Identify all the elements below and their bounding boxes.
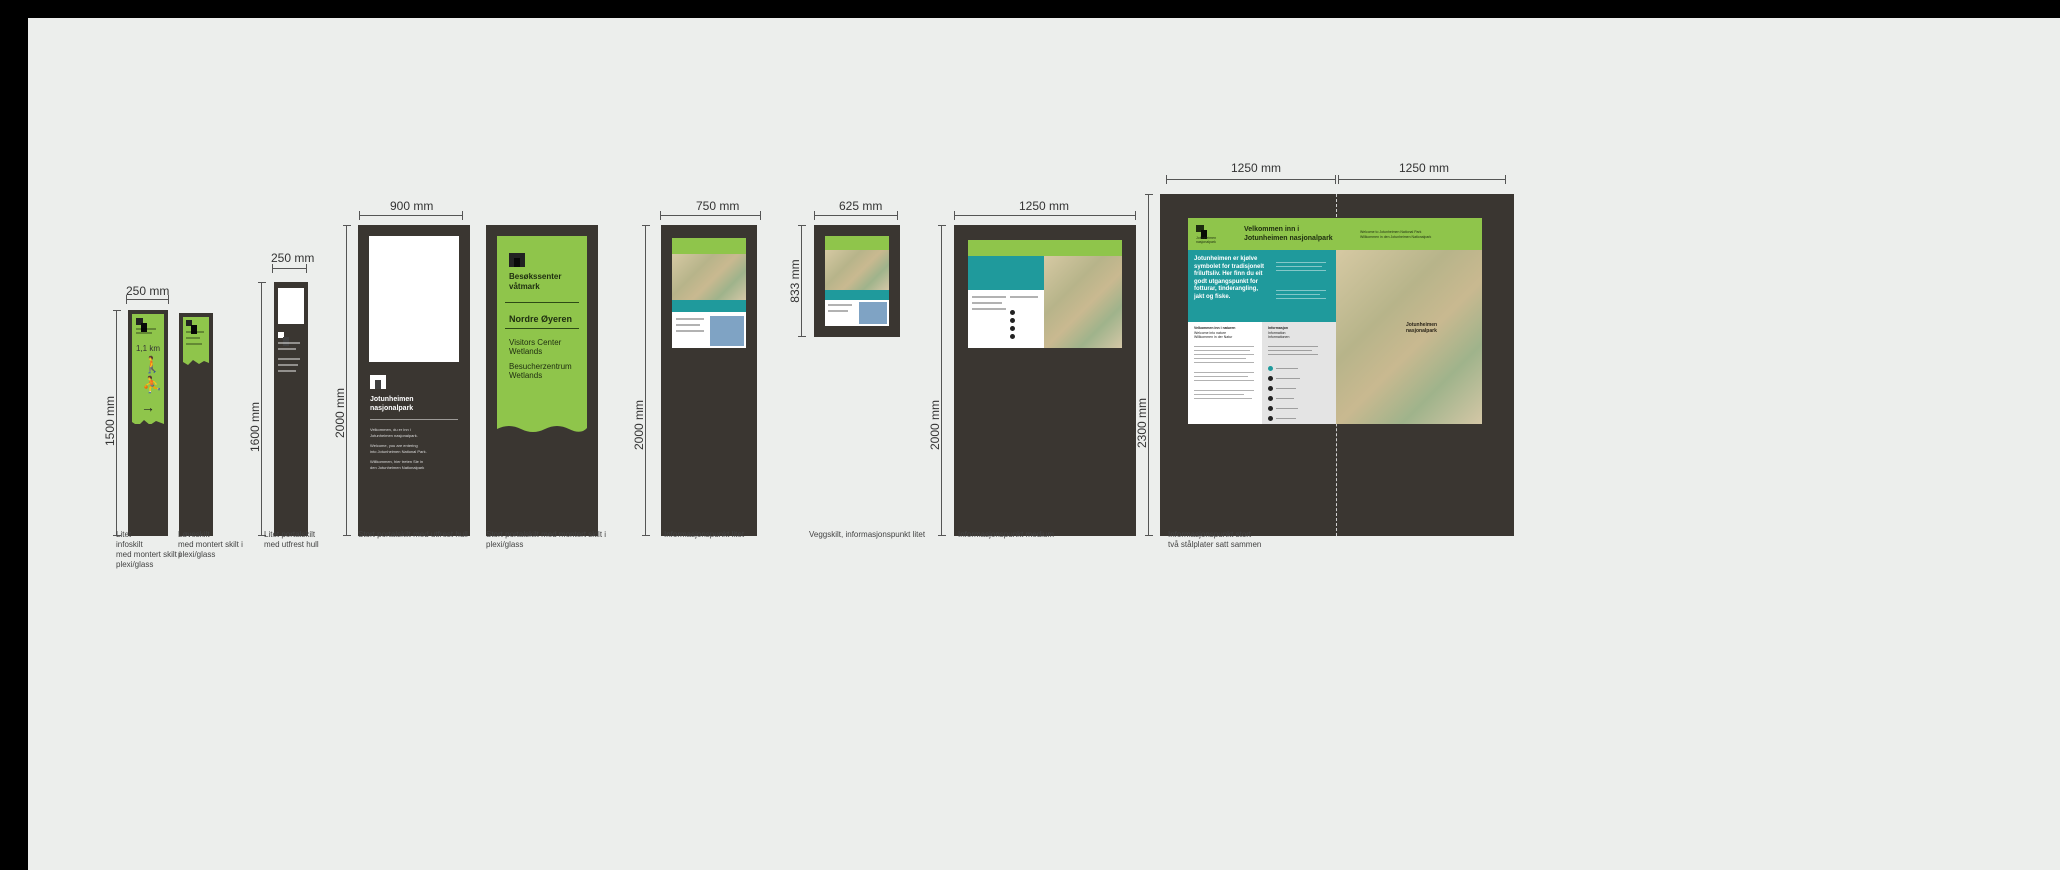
caption-wall-sign: Veggskilt, informasjonspunkt litet	[809, 530, 926, 539]
caption-small-info: Litet infoskilt med montert skilt i plexi/g…	[116, 530, 181, 569]
small-portal-sign	[274, 282, 308, 536]
info-icon	[1268, 416, 1273, 421]
right-column: Informasjon Information Informationen	[1262, 322, 1336, 424]
wall-sign	[814, 225, 900, 337]
english-name: Visitors Center Wetlands	[509, 338, 562, 356]
height-label: 1600 mm	[248, 401, 262, 453]
map-image	[1044, 256, 1122, 348]
info-icon	[1268, 386, 1273, 391]
caption-leaf-sign: Løveskilt med montert skilt i plexi/glass	[178, 530, 243, 559]
small-info-sign: 1,1 km 🚶 ⛹ →	[128, 310, 168, 536]
info-icon	[1268, 406, 1273, 411]
info-panel	[825, 236, 889, 326]
width-dimension-line	[954, 211, 1136, 220]
cutout-hole	[369, 236, 459, 362]
caption-info-large: Informasjonspunkt stort två stålplater sa…	[1168, 530, 1262, 549]
hiking-couple-icon: ⛹	[142, 377, 162, 394]
width-dimension-line-left	[1166, 175, 1336, 184]
header-bar: Jotunheimen nasjonalpark Velkommen inn iJ…	[1188, 218, 1482, 250]
sign-green-panel	[183, 317, 209, 365]
glass-panel: Besøkssenter våtmark Nordre Øyeren Visito…	[497, 236, 587, 432]
park-logo-icon	[186, 320, 192, 326]
caption-small-portal: Litet portalskilt med utfrest hull	[264, 530, 319, 549]
arrow-right-icon: →	[141, 399, 155, 415]
height-dimension-line	[343, 225, 351, 536]
height-label: 2000 mm	[333, 387, 347, 439]
lead-section: Jotunheimen er kjølve symbolet for tradis…	[1188, 250, 1336, 322]
info-point-large: Jotunheimen nasjonalpark Velkommen inn iJ…	[1160, 194, 1514, 536]
park-logo-icon	[136, 318, 143, 325]
width-label: 250 mm	[271, 251, 315, 265]
sign-green-panel: 1,1 km 🚶 ⛹ →	[132, 314, 164, 424]
map-image	[672, 254, 746, 300]
section-right-heading: Informasjon Information Informationen	[1268, 326, 1290, 339]
width-label: 250 mm	[126, 284, 170, 298]
width-label: 1250 mm	[1019, 199, 1070, 213]
info-icon	[1268, 396, 1273, 401]
section-left-heading: Velkommen inn i naturen Welcome into natu…	[1194, 326, 1236, 339]
height-label: 2000 mm	[928, 399, 942, 451]
width-dimension-line-right	[1338, 175, 1506, 184]
caption-info-medium: Informasjonspunkt medium	[958, 530, 1055, 539]
height-label: 1500 mm	[103, 395, 117, 447]
welcome-text: Velkommen, du er inn i Jotunheimen nasjon…	[370, 427, 427, 470]
caption-info-small: Informasjonspunkt litet	[664, 530, 745, 539]
width-dimension-line	[814, 211, 898, 220]
lead-text: Jotunheimen er kjølve symbolet for tradis…	[1194, 256, 1265, 300]
visitor-center-title: Besøkssenter våtmark	[509, 272, 562, 291]
sheet: 250 mm 1500 mm 1,1 km 🚶 ⛹ → Litet infoski…	[28, 18, 2060, 870]
park-logo-icon	[278, 332, 284, 338]
header-logo-text: Jotunheimen nasjonalpark	[1196, 236, 1217, 244]
height-label: 833 mm	[788, 259, 802, 303]
place-name: Nordre Øyeren	[509, 314, 573, 324]
photo-image	[710, 316, 744, 346]
header-title: Velkommen inn i Jotunheimen nasjonalpark	[1244, 226, 1333, 242]
width-dimension-line	[126, 295, 169, 304]
info-panel	[968, 240, 1122, 348]
info-icon	[1268, 376, 1273, 381]
large-portal-sign: Jotunheimen nasjonalpark Velkommen, du er…	[358, 225, 470, 536]
mountain-edge-shape	[132, 420, 164, 428]
hiker-icon: 🚶	[142, 357, 162, 374]
info-icon	[1268, 366, 1273, 371]
width-dimension-line	[359, 211, 463, 220]
map-image: Jotunheimen nasjonalpark	[1336, 250, 1482, 424]
info-point-small	[661, 225, 757, 536]
park-logo-icon	[370, 375, 386, 389]
height-label: 2300 mm	[1135, 397, 1149, 449]
width-label: 900 mm	[390, 199, 434, 213]
cutout-hole	[278, 288, 304, 324]
height-dimension-line	[642, 225, 650, 536]
caption-large-portal-glass: Stort portalskilt med montert skilt i ple…	[486, 530, 607, 549]
caption-large-portal: Stort portalskilt med utfrest hull	[358, 530, 468, 539]
info-panel: Jotunheimen nasjonalpark Velkommen inn iJ…	[1188, 218, 1482, 424]
map-label: Jotunheimen nasjonalpark	[1406, 322, 1438, 334]
height-dimension-line	[1145, 194, 1153, 536]
left-column: Velkommen inn i naturen Welcome into natu…	[1188, 322, 1262, 424]
canvas: 250 mm 1500 mm 1,1 km 🚶 ⛹ → Litet infoski…	[0, 0, 2060, 870]
distance-text: 1,1 km	[136, 344, 161, 353]
width-label-left: 1250 mm	[1231, 161, 1282, 175]
park-name: Jotunheimen nasjonalpark	[370, 396, 414, 412]
height-label: 2000 mm	[632, 399, 646, 451]
large-portal-glass-sign: Besøkssenter våtmark Nordre Øyeren Visito…	[486, 225, 598, 536]
header-subtitle: Welcome to Jotunheimen National Park Will…	[1360, 230, 1432, 239]
park-logo-icon	[1196, 225, 1204, 232]
info-panel	[672, 238, 746, 348]
leaf-sign	[179, 313, 213, 536]
width-label-right: 1250 mm	[1399, 161, 1450, 175]
width-label: 750 mm	[696, 199, 740, 213]
map-image	[825, 250, 889, 290]
wave-edge-shape	[497, 426, 587, 435]
width-dimension-line	[272, 264, 307, 273]
german-name: Besucherzentrum Wetlands	[509, 362, 572, 380]
width-dimension-line	[660, 211, 761, 220]
mountain-edge-shape	[183, 360, 209, 367]
info-point-medium	[954, 225, 1136, 536]
width-label: 625 mm	[839, 199, 883, 213]
photo-image	[859, 302, 887, 324]
park-logo-icon	[509, 253, 525, 267]
height-dimension-line	[938, 225, 946, 536]
